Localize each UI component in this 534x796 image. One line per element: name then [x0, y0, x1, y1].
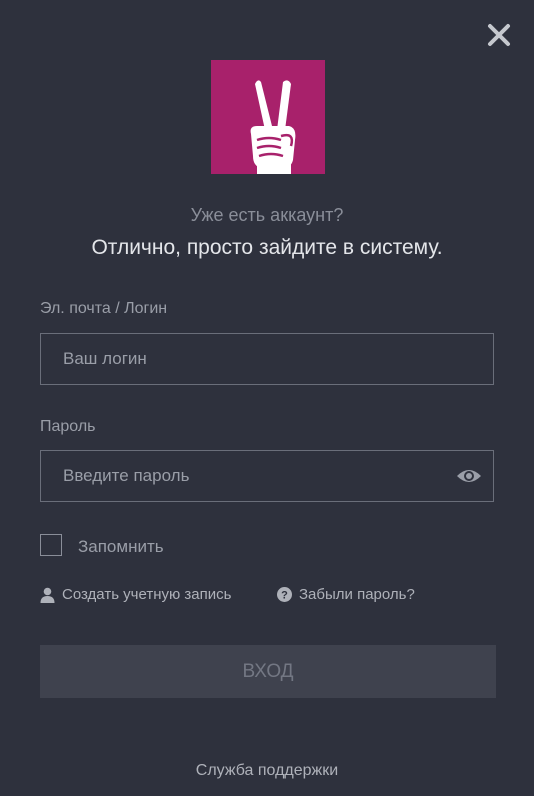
close-icon[interactable] [486, 22, 512, 48]
forgot-password-link[interactable]: ? Забыли пароль? [277, 586, 415, 603]
user-icon [40, 587, 55, 603]
create-account-label: Создать учетную запись [62, 586, 232, 603]
login-button[interactable]: ВХОД [40, 645, 496, 698]
password-input[interactable] [40, 450, 494, 502]
eye-icon[interactable] [456, 466, 482, 486]
remember-label[interactable]: Запомнить [78, 537, 164, 557]
forgot-password-label: Забыли пароль? [299, 586, 415, 603]
login-label: Эл. почта / Логин [40, 300, 168, 317]
remember-checkbox[interactable] [40, 534, 62, 556]
login-modal: Уже есть аккаунт? Отлично, просто зайдит… [0, 0, 534, 796]
subtitle: Уже есть аккаунт? [190, 205, 344, 225]
question-circle-icon: ? [277, 587, 292, 602]
support-link[interactable]: Служба поддержки [0, 762, 534, 780]
password-label: Пароль [40, 418, 96, 435]
svg-text:?: ? [281, 590, 288, 602]
page-title: Отлично, просто зайдите в систему. [91, 236, 443, 259]
create-account-link[interactable]: Создать учетную запись [40, 586, 231, 603]
login-input[interactable] [40, 333, 494, 385]
victory-hand-icon [211, 60, 325, 174]
